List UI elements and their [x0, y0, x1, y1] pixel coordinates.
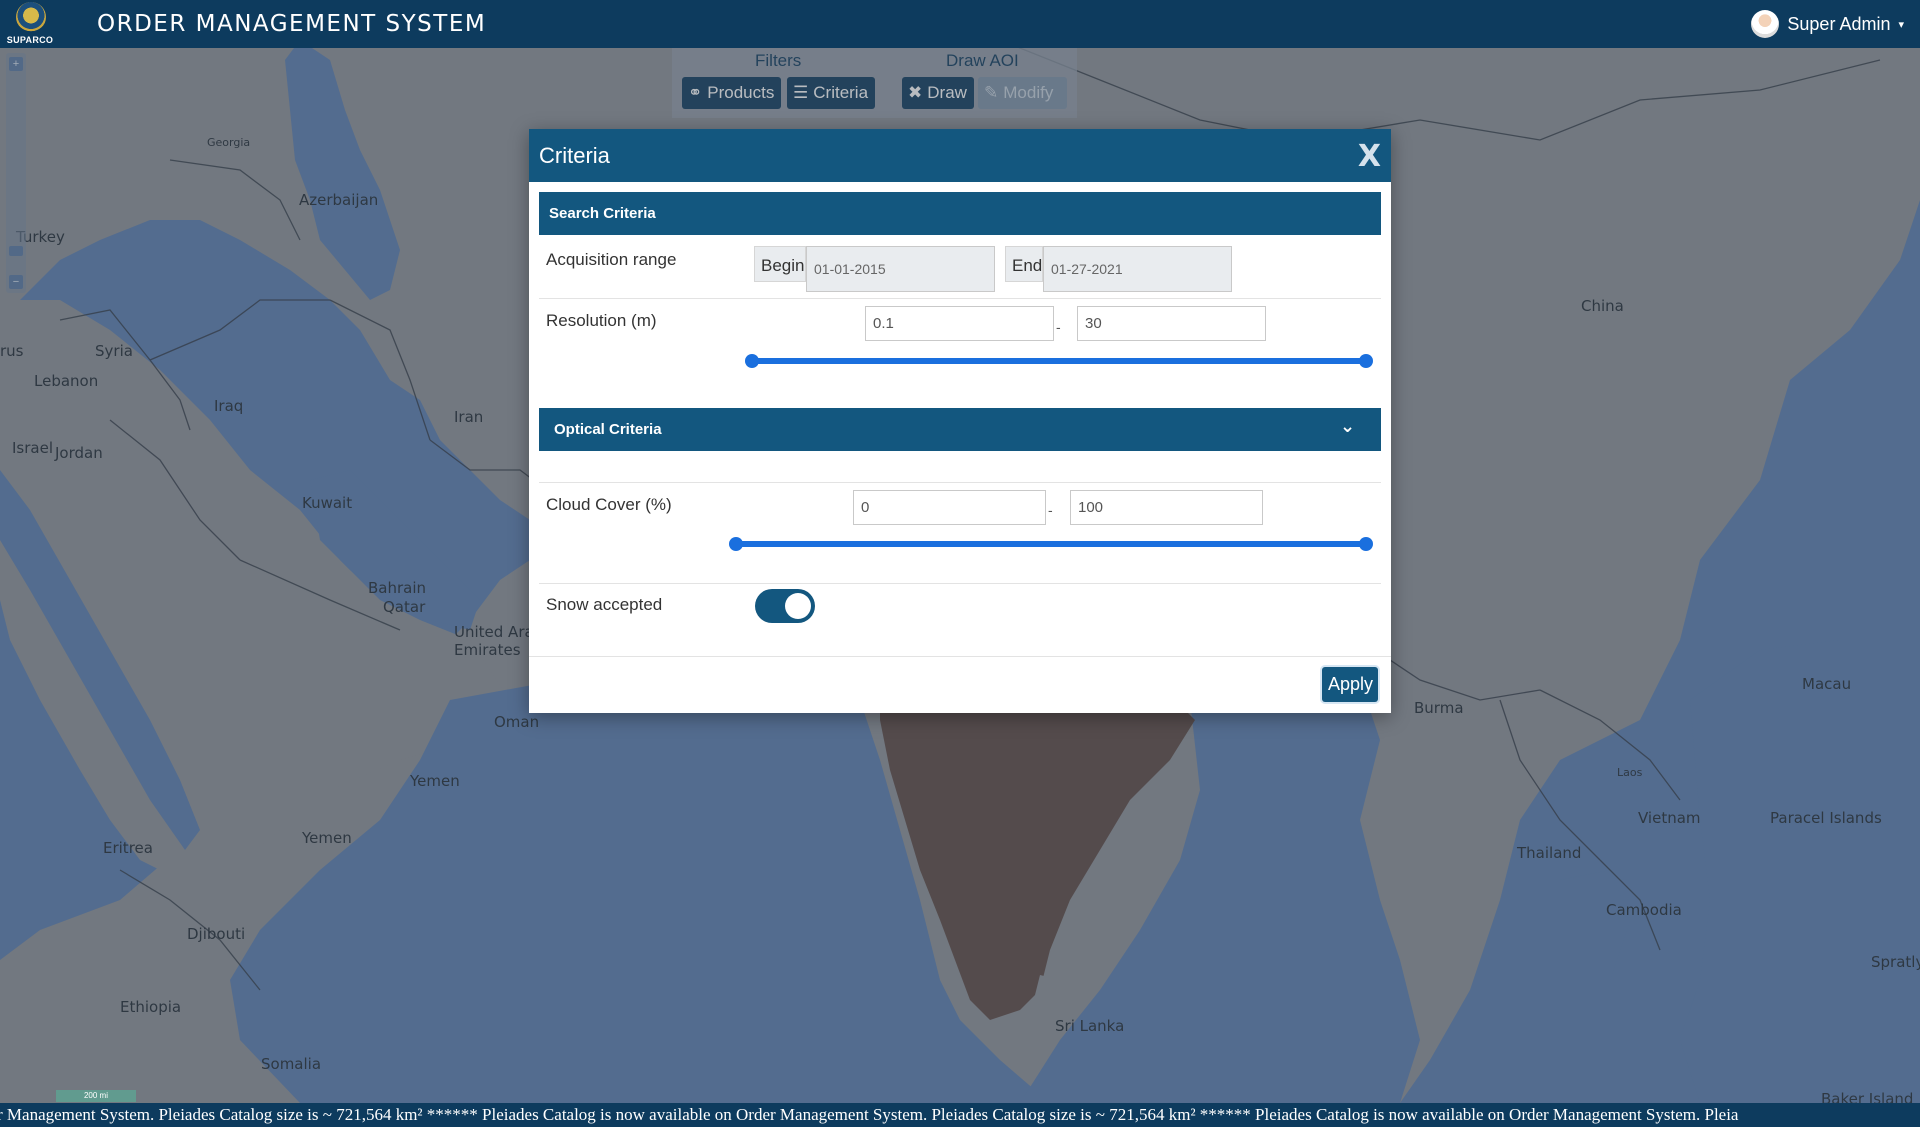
range-separator: -	[1048, 502, 1053, 518]
chevron-down-icon: ▾	[1898, 18, 1904, 31]
cloud-slider-min-handle[interactable]	[729, 537, 743, 551]
begin-date-input[interactable]: 01-01-2015	[806, 246, 995, 292]
end-date-input[interactable]: 01-27-2021	[1043, 246, 1232, 292]
cloud-slider-max-handle[interactable]	[1359, 537, 1373, 551]
search-criteria-header: Search Criteria	[539, 192, 1381, 235]
footer-divider	[529, 656, 1391, 657]
cloud-slider-track[interactable]	[736, 541, 1366, 547]
top-navbar: SUPARCO ORDER MANAGEMENT SYSTEM Super Ad…	[0, 0, 1920, 48]
suparco-logo: SUPARCO	[6, 2, 54, 46]
end-label: End	[1005, 246, 1043, 282]
ticker-text: r Management System. Pleiades Catalog si…	[0, 1105, 1739, 1124]
modal-title: Criteria	[539, 143, 610, 168]
user-menu[interactable]: Super Admin ▾	[1751, 9, 1904, 39]
resolution-min-input[interactable]: 0.1	[865, 306, 1054, 341]
toggle-knob	[785, 593, 811, 619]
user-name: Super Admin	[1787, 13, 1891, 34]
acquisition-range-label: Acquisition range	[546, 250, 677, 269]
row-divider	[539, 298, 1381, 299]
apply-button[interactable]: Apply	[1322, 667, 1378, 702]
begin-label: Begin	[754, 246, 806, 282]
row-divider	[539, 482, 1381, 483]
resolution-slider-min-handle[interactable]	[745, 354, 759, 368]
optical-criteria-header[interactable]: Optical Criteria ⌄	[539, 408, 1381, 451]
row-divider	[539, 583, 1381, 584]
resolution-slider-track[interactable]	[752, 358, 1366, 364]
avatar	[1751, 10, 1780, 38]
search-criteria-title: Search Criteria	[549, 205, 656, 222]
snow-accepted-toggle[interactable]	[755, 589, 815, 623]
close-button[interactable]: X	[1358, 139, 1381, 174]
modal-header: Criteria X	[529, 129, 1391, 182]
snow-accepted-label: Snow accepted	[546, 595, 663, 614]
seal-icon	[16, 2, 46, 32]
chevron-down-icon: ⌄	[1340, 416, 1356, 436]
app-title: ORDER MANAGEMENT SYSTEM	[97, 11, 487, 37]
cloud-min-input[interactable]: 0	[853, 490, 1046, 525]
range-separator: -	[1056, 319, 1061, 335]
cloud-max-input[interactable]: 100	[1070, 490, 1263, 525]
map-scale-bar: 200 mi	[56, 1090, 136, 1102]
resolution-slider-max-handle[interactable]	[1359, 354, 1373, 368]
criteria-modal: Criteria X Search Criteria Acquisition r…	[529, 129, 1391, 713]
resolution-max-input[interactable]: 30	[1077, 306, 1266, 341]
logo-text: SUPARCO	[6, 35, 54, 45]
optical-criteria-title: Optical Criteria	[554, 421, 662, 438]
resolution-label: Resolution (m)	[546, 311, 657, 330]
news-ticker: r Management System. Pleiades Catalog si…	[0, 1103, 1920, 1127]
cloud-cover-label: Cloud Cover (%)	[546, 495, 672, 514]
